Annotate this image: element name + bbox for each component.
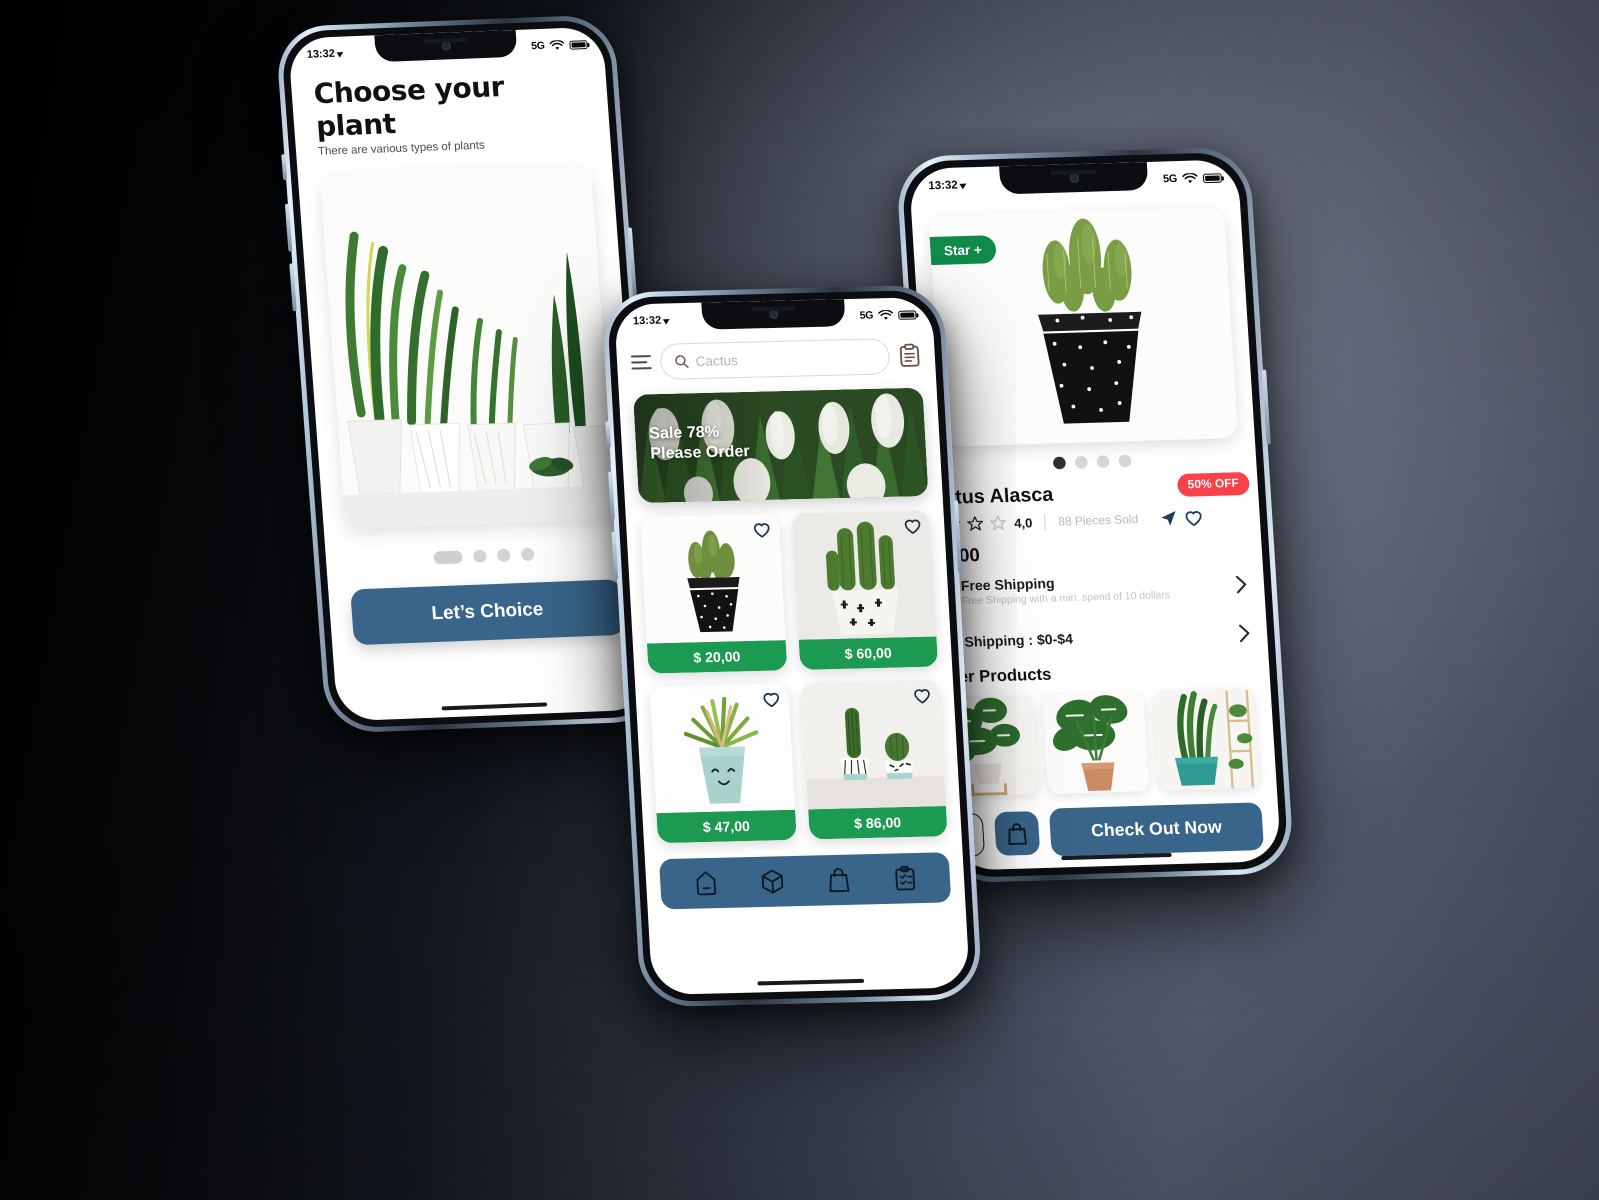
pagination-dot-1[interactable] [432,550,463,565]
heart-icon[interactable] [762,692,780,708]
network-label: 5G [859,309,874,322]
location-arrow-icon [336,49,345,58]
star-icon [967,516,984,531]
bottom-navigation [658,852,952,910]
front-camera-icon [1068,173,1079,183]
onboarding-pagination[interactable] [348,544,620,567]
promo-banner[interactable]: Sale 78% Please Order [633,387,929,504]
status-time: 13:32 [306,47,336,61]
clipboard-icon[interactable] [898,343,921,368]
location-arrow-icon [959,180,969,190]
box-icon[interactable] [760,868,785,895]
pagination-dot-3[interactable] [496,548,511,563]
product-card[interactable]: $ 20,00 [639,513,787,674]
product-hero-image[interactable]: Star + [928,207,1239,447]
snake-plant-teal-pot-image [1152,688,1261,791]
heart-icon[interactable] [904,518,922,534]
banner-text: Sale 78% Please Order [649,422,751,466]
status-time: 13:32 [632,314,662,328]
gallery-dot-1[interactable] [1052,456,1066,470]
notch [701,299,846,330]
banner-line-2: Please Order [649,443,751,464]
product-price: $ 86,00 [807,806,948,840]
search-icon [675,355,689,368]
clipboard-checklist-icon[interactable] [892,865,917,892]
battery-icon [569,39,588,50]
gallery-dot-2[interactable] [1074,455,1088,469]
pieces-sold: 88 Pieces Sold [1057,513,1139,529]
notch [999,161,1149,195]
product-price: $ 20,00 [646,640,787,674]
monstera-terracotta-image [1042,691,1150,795]
discount-badge: 50% OFF [1176,471,1251,497]
front-camera-icon [441,41,451,51]
rating-row: 4,0 88 Pieces Sold [920,508,1244,535]
chevron-right-icon[interactable] [1238,624,1251,643]
mute-switch[interactable] [605,421,611,448]
phone-home: 13:32 5G Cactus Sale 78% Please Order $ … [601,284,983,1008]
status-time: 13:32 [928,179,959,193]
home-icon[interactable] [693,870,718,897]
product-card[interactable]: $ 86,00 [800,679,948,840]
product-grid: $ 20,00 $ 60,00 $ 47,00 $ 86,00 [639,510,948,844]
bag-icon[interactable] [826,867,851,894]
divider [1044,514,1047,530]
product-card[interactable]: $ 47,00 [649,683,797,844]
hamburger-menu-icon[interactable] [630,354,652,370]
other-product-thumb[interactable] [1152,688,1261,791]
lets-choice-button[interactable]: Let’s Choice [350,579,625,646]
bag-icon [1008,823,1028,846]
chevron-right-icon[interactable] [1235,575,1248,594]
product-card[interactable]: $ 60,00 [791,510,939,670]
wifi-icon [878,309,893,320]
notch [374,29,518,63]
hero-plant-image[interactable] [319,165,617,530]
cart-button[interactable] [993,810,1041,856]
pagination-dot-4[interactable] [520,547,535,562]
product-price: $ 60,00 [798,636,939,670]
battery-icon [1202,172,1223,183]
shipping-title: Shipping : $0-$4 [963,630,1074,650]
search-placeholder: Cactus [695,352,739,369]
network-label: 5G [530,39,546,53]
star-badge: Star + [929,235,997,266]
rating-value: 4,0 [1013,515,1033,531]
network-label: 5G [1162,172,1178,186]
front-camera-icon [768,309,779,319]
share-arrow-icon[interactable] [1159,509,1178,527]
page-title: Choose your plant [312,70,506,144]
heart-icon[interactable] [1184,509,1203,526]
gallery-dot-3[interactable] [1095,455,1110,469]
heart-icon[interactable] [752,522,770,538]
wifi-icon [549,39,565,50]
banner-line-1: Sale 78% [648,423,720,443]
wifi-icon [1182,172,1198,183]
location-arrow-icon [663,316,672,325]
battery-icon [898,309,917,320]
snake-plants-illustration [319,165,617,530]
star-icon [989,515,1006,531]
pagination-dot-2[interactable] [472,549,487,563]
heart-icon[interactable] [913,688,931,704]
search-input[interactable]: Cactus [659,338,891,380]
gallery-dot-4[interactable] [1117,454,1132,468]
product-price: $ 47,00 [656,809,797,844]
mute-switch[interactable] [281,154,288,181]
checkout-button[interactable]: Check Out Now [1048,802,1265,857]
other-product-thumb[interactable] [1042,691,1150,795]
